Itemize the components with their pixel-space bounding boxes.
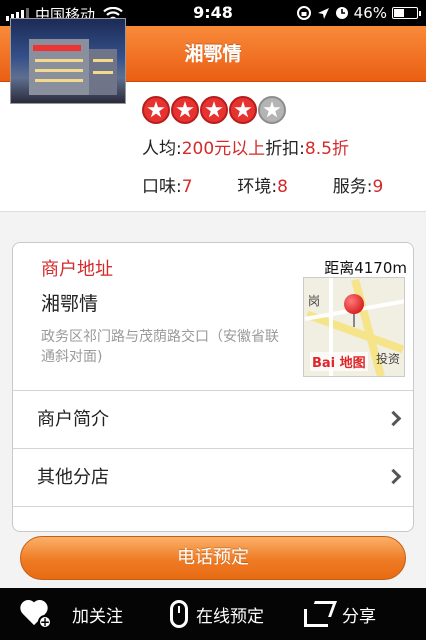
share-icon	[304, 601, 337, 627]
address-shop-name: 湘鄂情	[41, 293, 99, 315]
alarm-clock-icon	[335, 7, 348, 19]
taste-label: 口味:	[142, 177, 182, 197]
address-title: 商户地址	[41, 259, 113, 280]
other-branches-row[interactable]: 其他分店	[13, 448, 413, 506]
star-filled-icon	[142, 96, 170, 124]
discount-value: 8.5折	[304, 139, 349, 159]
map-thumbnail[interactable]: 岗 投资 Bai 地图	[303, 277, 405, 377]
rating-stars	[142, 96, 286, 124]
shop-intro-row[interactable]: 商户简介	[13, 390, 413, 448]
taste-value: 7	[181, 177, 193, 197]
environment-label: 环境:	[237, 177, 278, 197]
online-booking-button[interactable]: 在线预定	[170, 588, 264, 640]
heart-plus-icon: +	[18, 599, 52, 629]
other-branches-label: 其他分店	[37, 467, 109, 488]
price-discount-row: 人均:200元以上折扣:8.5折	[142, 134, 349, 159]
list-row-partial	[13, 506, 413, 531]
address-detail: 政务区祁门路与茂荫路交口（安徽省联通斜对面)	[41, 329, 279, 365]
scores-row: 口味:7 环境:8 服务:9	[142, 172, 383, 197]
online-booking-label: 在线预定	[196, 606, 264, 627]
service-value: 9	[372, 177, 384, 197]
share-label: 分享	[342, 606, 376, 627]
follow-label: 加关注	[72, 606, 123, 627]
chevron-right-icon	[385, 410, 402, 427]
shop-intro-label: 商户简介	[37, 409, 109, 430]
star-filled-icon	[229, 96, 257, 124]
distance-label: 距离4170m	[324, 259, 407, 277]
map-pin-icon	[344, 294, 364, 314]
map-label-touzi: 投资	[376, 352, 401, 366]
avg-price-label: 人均:	[142, 139, 182, 159]
bottom-toolbar: + 加关注 在线预定 分享	[0, 588, 426, 640]
rotation-lock-icon	[296, 6, 311, 20]
chevron-right-icon	[385, 468, 402, 485]
discount-label: 折扣:	[265, 139, 305, 159]
baidu-map-logo: Bai 地图	[310, 352, 368, 371]
battery-icon	[392, 7, 421, 19]
follow-button[interactable]: + 加关注	[18, 588, 123, 640]
avg-price-value: 200元以上	[181, 139, 266, 159]
address-card: 商户地址 距离4170m 湘鄂情 政务区祁门路与茂荫路交口（安徽省联通斜对面) …	[12, 242, 414, 532]
mouse-icon	[170, 600, 188, 628]
environment-value: 8	[277, 177, 288, 197]
star-filled-icon	[171, 96, 199, 124]
battery-percent: 46%	[353, 4, 387, 22]
phone-booking-button[interactable]: 电话预定	[20, 536, 406, 580]
star-empty-icon	[258, 96, 286, 124]
map-label-gang: 岗	[308, 294, 321, 308]
star-filled-icon	[200, 96, 228, 124]
shop-photo	[10, 18, 126, 104]
share-button[interactable]: 分享	[304, 588, 376, 640]
map-pin-stem	[353, 313, 355, 327]
location-arrow-icon	[317, 7, 329, 19]
service-label: 服务:	[332, 177, 373, 197]
